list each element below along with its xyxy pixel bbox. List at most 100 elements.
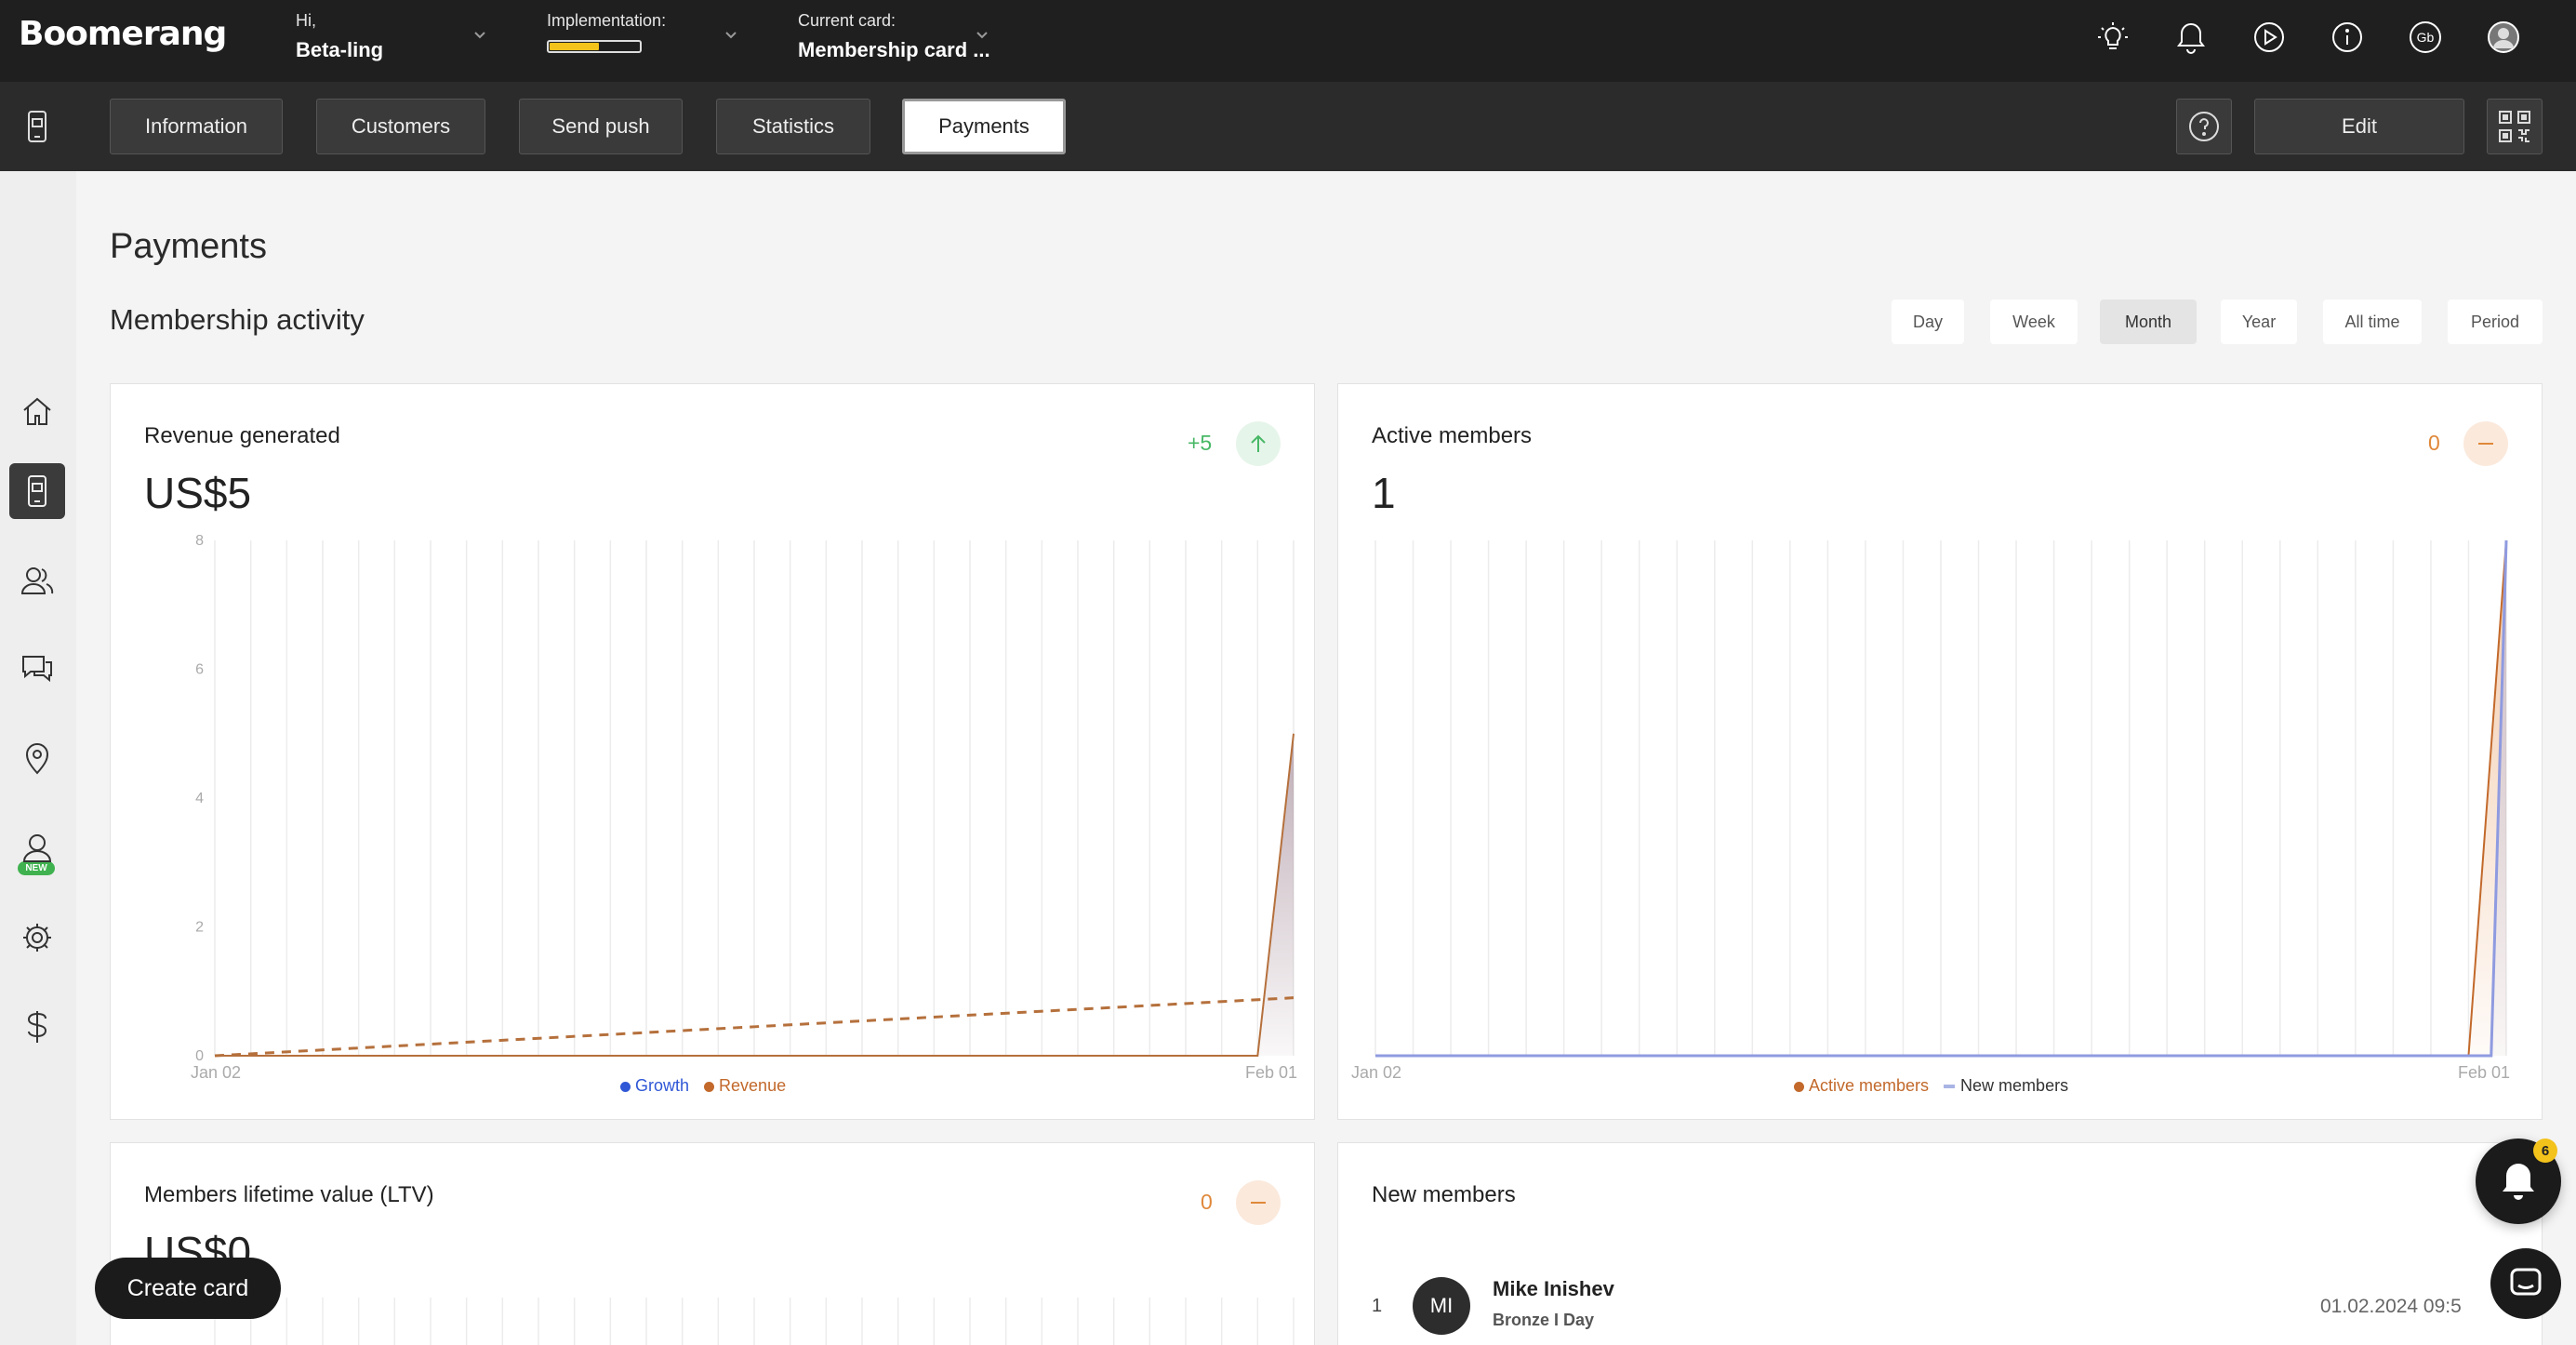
info-icon[interactable] <box>2329 19 2366 56</box>
tab-label: Customers <box>351 114 451 138</box>
create-card-button[interactable]: Create card <box>95 1258 281 1319</box>
sidebar-item-users[interactable] <box>9 820 65 876</box>
period-month[interactable]: Month <box>2100 300 2197 344</box>
page-title: Payments <box>110 227 267 266</box>
support-chat-button[interactable] <box>2490 1248 2561 1319</box>
current-card-name: Membership card ... <box>798 38 990 61</box>
tab-label: Information <box>144 114 248 138</box>
customers-icon <box>20 567 54 594</box>
tab-send-push[interactable]: Send push <box>519 99 683 154</box>
implementation-label: Implementation: <box>547 11 667 30</box>
greeting: Hi, <box>296 11 316 30</box>
legend-new-members[interactable]: New members <box>1944 1076 2068 1096</box>
gb-avatar-icon[interactable]: Gb <box>2407 19 2444 56</box>
legend-revenue[interactable]: Revenue <box>704 1076 786 1096</box>
member-date: 01.02.2024 09:5 <box>2320 1296 2462 1317</box>
dollar-icon <box>27 1011 47 1043</box>
tab-payments[interactable]: Payments <box>902 99 1066 154</box>
legend-growth[interactable]: Growth <box>620 1076 689 1096</box>
sidebar-item-locations[interactable] <box>9 731 65 787</box>
new-members-title: New members <box>1372 1182 1516 1207</box>
x-tick-label: Feb 01 <box>1245 1063 1297 1082</box>
bell-icon <box>2503 1164 2534 1200</box>
legend-growth-label: Growth <box>635 1076 690 1095</box>
ltv-chart <box>214 1298 1295 1345</box>
y-tick-label: 0 <box>195 1048 204 1064</box>
implementation-progress-bar <box>547 40 642 53</box>
tab-statistics[interactable]: Statistics <box>716 99 870 154</box>
qr-code-button[interactable] <box>2487 99 2543 154</box>
legend-active-label: Active members <box>1809 1076 1930 1095</box>
card-toolbar: Information Customers Send push Statisti… <box>0 82 2576 171</box>
implementation-chevron-icon[interactable] <box>720 24 742 47</box>
user-name: Beta-ling <box>296 38 384 61</box>
section-title: Membership activity <box>110 303 365 336</box>
help-button[interactable] <box>2176 99 2232 154</box>
tab-label: Statistics <box>751 114 835 138</box>
y-tick-label: 4 <box>195 791 204 806</box>
chat-icon <box>22 656 52 683</box>
top-bar: Boomerang Hi, Beta-ling Implementation: … <box>0 0 2576 82</box>
period-all-time[interactable]: All time <box>2323 300 2422 344</box>
play-icon[interactable] <box>2251 19 2288 56</box>
member-name[interactable]: Mike Inishev <box>1493 1277 1614 1301</box>
sidebar-item-customers[interactable] <box>9 553 65 608</box>
user-icon <box>22 834 52 862</box>
x-tick-label: Jan 02 <box>1351 1063 1401 1082</box>
period-year[interactable]: Year <box>2221 300 2297 344</box>
active-members-chart: Jan 02 Feb 01 <box>1351 539 2510 1082</box>
y-tick-label: 6 <box>195 662 204 678</box>
implementation-status[interactable]: Implementation: <box>547 11 666 53</box>
tab-information[interactable]: Information <box>110 99 283 154</box>
user-avatar-icon[interactable] <box>2485 19 2522 56</box>
revenue-card: Revenue generated US$5 +5 8 6 4 2 0 Jan 02 Feb… <box>110 383 1315 1120</box>
period-custom[interactable]: Period <box>2448 300 2543 344</box>
list-item[interactable]: 1 MI Mike Inishev Bronze I Day 01.02.202… <box>1372 1275 2497 1340</box>
legend-revenue-label: Revenue <box>719 1076 787 1095</box>
current-card-selector[interactable]: Current card: Membership card ... <box>798 11 990 62</box>
sidebar-item-cards[interactable] <box>9 463 65 519</box>
bell-icon[interactable] <box>2172 19 2210 56</box>
phone-card-icon[interactable] <box>19 108 56 145</box>
ltv-card: Members lifetime value (LTV) US$0 0 <box>110 1142 1315 1345</box>
home-icon <box>23 397 51 425</box>
notification-count-badge: 6 <box>2533 1139 2557 1163</box>
x-tick-label: Jan 02 <box>191 1063 241 1082</box>
new-members-card: New members 1 MI Mike Inishev Bronze I D… <box>1337 1142 2543 1345</box>
lightbulb-icon[interactable] <box>2094 19 2131 56</box>
gb-avatar-text: Gb <box>2410 21 2441 53</box>
current-card-chevron-icon[interactable] <box>971 24 993 47</box>
avatar: MI <box>1413 1277 1470 1335</box>
chat-icon <box>2510 1268 2542 1296</box>
legend-active-members[interactable]: Active members <box>1794 1076 1929 1096</box>
app-logo[interactable]: Boomerang <box>19 15 227 53</box>
tab-label: Payments <box>938 114 1029 138</box>
user-menu[interactable]: Hi, Beta-ling <box>296 11 383 62</box>
current-card-label: Current card: <box>798 11 896 30</box>
tab-label: Send push <box>551 114 650 138</box>
sidebar-item-chat[interactable] <box>9 640 65 696</box>
sidebar-item-settings[interactable] <box>9 910 65 965</box>
location-icon <box>25 743 49 775</box>
settings-icon <box>23 924 51 952</box>
x-tick-label: Feb 01 <box>2458 1063 2510 1082</box>
active-members-card: Active members 1 0 Jan 02 Feb 01 Active m… <box>1337 383 2543 1120</box>
y-tick-label: 2 <box>195 920 204 936</box>
period-day[interactable]: Day <box>1892 300 1964 344</box>
user-menu-chevron-icon[interactable] <box>469 24 491 47</box>
qr-code-icon <box>2499 111 2530 142</box>
sidebar: NEW <box>0 171 76 1345</box>
period-week[interactable]: Week <box>1990 300 2078 344</box>
edit-button[interactable]: Edit <box>2254 99 2464 154</box>
active-members-legend: Active members New members <box>1794 1076 2068 1096</box>
sidebar-item-billing[interactable] <box>9 999 65 1055</box>
implementation-progress-fill <box>550 43 599 50</box>
member-tier: Bronze I Day <box>1493 1311 1595 1329</box>
member-index: 1 <box>1372 1296 1383 1316</box>
y-tick-label: 8 <box>195 533 204 549</box>
revenue-legend: Growth Revenue <box>620 1076 786 1096</box>
tab-customers[interactable]: Customers <box>316 99 485 154</box>
phone-card-icon <box>28 475 46 507</box>
sidebar-item-home[interactable] <box>9 383 65 439</box>
legend-new-label: New members <box>1960 1076 2069 1095</box>
